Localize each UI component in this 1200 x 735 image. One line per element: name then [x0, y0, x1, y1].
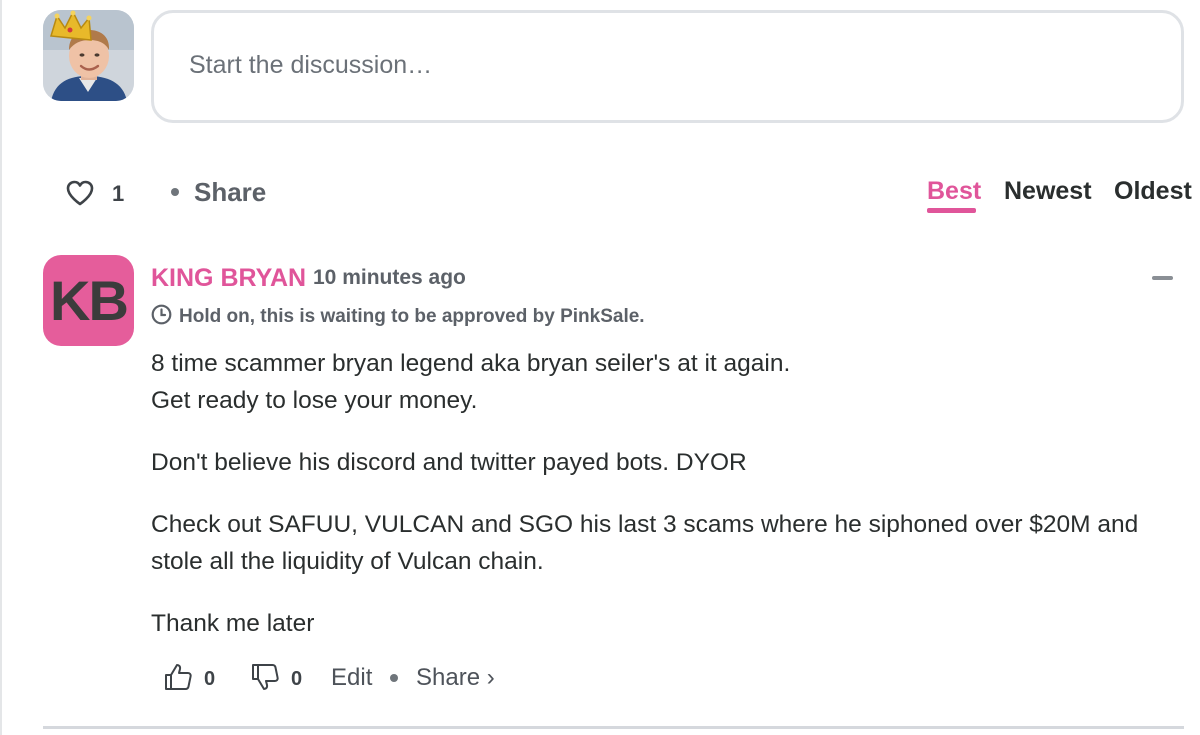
comment-body-line: Check out SAFUU, VULCAN and SGO his last…	[151, 511, 1139, 538]
tab-best[interactable]: Best	[927, 177, 981, 206]
comment-timestamp[interactable]: 10 minutes ago	[313, 266, 466, 290]
clock-icon	[151, 304, 172, 325]
comment-body-line: 8 time scammer bryan legend aka bryan se…	[151, 350, 791, 377]
share-comment-link[interactable]: Share ›	[416, 664, 495, 692]
separator-dot	[171, 188, 179, 196]
current-user-avatar[interactable]	[43, 10, 134, 101]
comment-body-line: stole all the liquidity of Vulcan chain.	[151, 548, 544, 575]
comment-body-line: Thank me later	[151, 610, 315, 637]
comment-divider	[43, 726, 1184, 729]
separator-dot	[390, 674, 398, 682]
heart-icon[interactable]	[66, 180, 94, 206]
thumbs-up-icon[interactable]	[163, 662, 193, 692]
downvote-count: 0	[291, 668, 303, 690]
left-border	[0, 0, 2, 735]
comment-author-name[interactable]: KING BRYAN	[151, 264, 306, 293]
tab-oldest[interactable]: Oldest	[1114, 177, 1192, 206]
share-thread-button[interactable]: Share	[194, 177, 266, 208]
pending-approval-notice: Hold on, this is waiting to be approved …	[179, 306, 645, 327]
upvote-count: 0	[204, 668, 216, 690]
tab-newest[interactable]: Newest	[1004, 177, 1092, 206]
like-count: 1	[112, 181, 125, 206]
edit-comment-link[interactable]: Edit	[331, 664, 372, 692]
comment-body-line: Don't believe his discord and twitter pa…	[151, 449, 747, 476]
compose-input[interactable]	[189, 51, 1089, 80]
comment-author-avatar[interactable]: KB	[43, 255, 134, 346]
comment-body-line: Get ready to lose your money.	[151, 387, 478, 414]
compose-box[interactable]	[151, 10, 1184, 123]
thumbs-down-icon[interactable]	[250, 662, 280, 692]
avatar-initials: KB	[50, 269, 129, 332]
active-tab-indicator	[927, 208, 976, 213]
collapse-icon[interactable]	[1152, 276, 1173, 280]
